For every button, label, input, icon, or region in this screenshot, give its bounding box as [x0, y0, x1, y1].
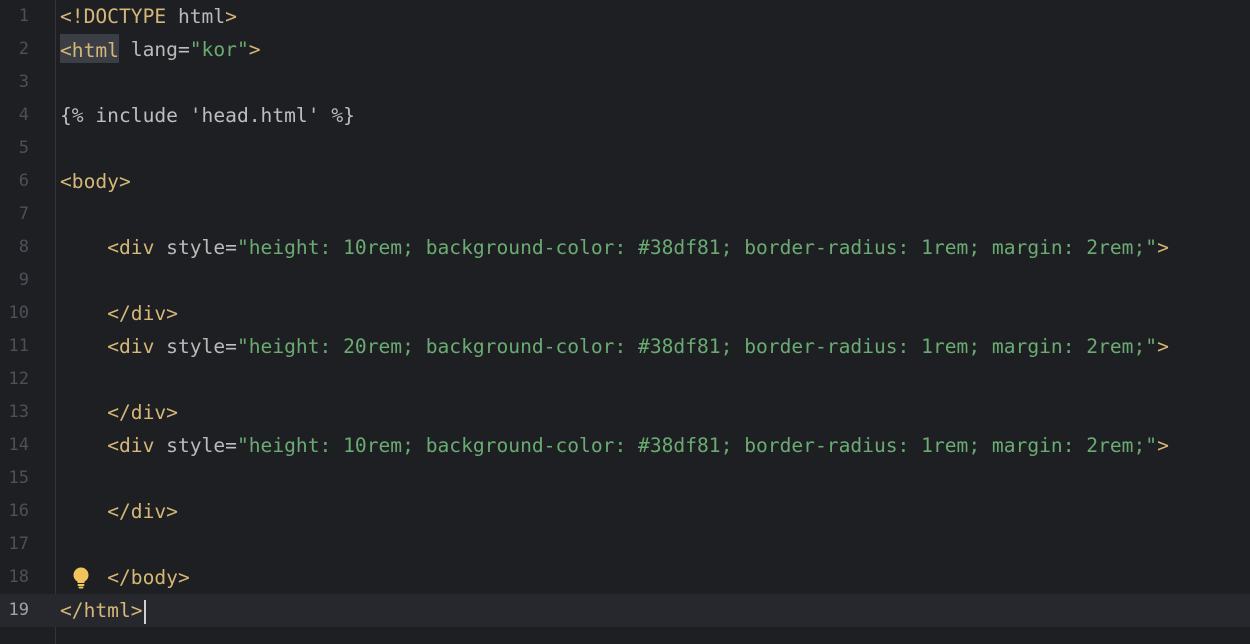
code-token: >: [1157, 236, 1169, 259]
code-token: <html: [60, 34, 119, 63]
lightbulb-icon[interactable]: [72, 567, 90, 589]
line-number: 3: [18, 72, 29, 92]
line-number: 12: [8, 369, 29, 389]
code-token: "kor": [189, 38, 249, 61]
line-number: 10: [8, 303, 29, 323]
code-token: </div>: [107, 500, 178, 523]
code-token: >: [248, 38, 261, 61]
code-text[interactable]: <div style="height: 10rem; background-co…: [60, 429, 1169, 462]
line-number: 19: [8, 600, 29, 620]
code-line[interactable]: 12: [0, 363, 1250, 396]
code-token: style: [166, 335, 226, 358]
code-token: style: [166, 434, 226, 457]
code-token: {% include 'head.html' %}: [60, 104, 355, 127]
code-line[interactable]: 17: [0, 528, 1250, 561]
code-text[interactable]: <html lang="kor">: [60, 33, 261, 66]
code-token: =: [225, 335, 237, 358]
code-token: >: [1157, 434, 1169, 457]
code-token: <body>: [60, 170, 131, 193]
code-text[interactable]: </div>: [60, 396, 178, 429]
code-text[interactable]: <body>: [60, 165, 131, 198]
line-number: 17: [8, 534, 29, 554]
code-text[interactable]: <!DOCTYPE html>: [60, 0, 237, 33]
line-number: 2: [18, 39, 29, 59]
code-token: "height: 10rem; background-color: #38df8…: [236, 434, 1158, 457]
code-text[interactable]: {% include 'head.html' %}: [60, 99, 355, 132]
code-line[interactable]: 9: [0, 264, 1250, 297]
code-text[interactable]: <div style="height: 10rem; background-co…: [60, 231, 1169, 264]
code-token: <div: [107, 335, 155, 358]
code-line[interactable]: 1 <!DOCTYPE html>: [0, 0, 1250, 33]
code-line[interactable]: 5: [0, 132, 1250, 165]
code-text[interactable]: </div>: [60, 297, 178, 330]
code-token: </div>: [107, 302, 178, 325]
code-token: =: [225, 434, 237, 457]
code-line[interactable]: 16 </div>: [0, 495, 1250, 528]
code-line[interactable]: 14 <div style="height: 10rem; background…: [0, 429, 1250, 462]
line-number: 14: [8, 435, 29, 455]
line-number: 11: [8, 336, 29, 356]
code-line[interactable]: 15: [0, 462, 1250, 495]
code-token: html: [177, 5, 226, 28]
code-editor[interactable]: 1 <!DOCTYPE html> 2 <html lang="kor"> 3 4 {% i…: [0, 0, 1250, 644]
line-number: 16: [8, 501, 29, 521]
code-text[interactable]: <div style="height: 20rem; background-co…: [60, 330, 1169, 363]
code-line[interactable]: 11 <div style="height: 20rem; background…: [0, 330, 1250, 363]
code-token: <div: [107, 434, 155, 457]
code-token: "height: 20rem; background-color: #38df8…: [236, 335, 1158, 358]
code-line[interactable]: 19 </html>: [0, 594, 1250, 627]
code-token: </body>: [107, 566, 190, 589]
line-number: 15: [8, 468, 29, 488]
code-token: >: [225, 5, 237, 28]
code-token: =: [177, 38, 190, 61]
line-number: 9: [18, 270, 29, 290]
line-number: 4: [18, 105, 29, 125]
code-line[interactable]: 4 {% include 'head.html' %}: [0, 99, 1250, 132]
code-token: <div: [107, 236, 155, 259]
line-number: 7: [18, 204, 29, 224]
code-line[interactable]: 18 </body>: [0, 561, 1250, 594]
code-line[interactable]: 8 <div style="height: 10rem; background-…: [0, 231, 1250, 264]
text-caret: [143, 599, 146, 624]
code-line[interactable]: 3: [0, 66, 1250, 99]
code-token: =: [225, 236, 237, 259]
code-token: </html>: [60, 599, 143, 622]
code-token: >: [1157, 335, 1169, 358]
code-line[interactable]: 6 <body>: [0, 165, 1250, 198]
line-number: 5: [18, 138, 29, 158]
line-number: 18: [8, 567, 29, 587]
code-token: lang: [130, 38, 178, 61]
line-number: 13: [8, 402, 29, 422]
code-text[interactable]: </div>: [60, 495, 178, 528]
line-number: 6: [18, 171, 29, 191]
code-line[interactable]: 2 <html lang="kor">: [0, 33, 1250, 66]
code-text[interactable]: </html>: [60, 594, 146, 627]
code-line[interactable]: 13 </div>: [0, 396, 1250, 429]
code-token: style: [166, 236, 226, 259]
code-token: </div>: [107, 401, 178, 424]
code-token: "height: 10rem; background-color: #38df8…: [236, 236, 1158, 259]
code-line[interactable]: 7: [0, 198, 1250, 231]
code-line[interactable]: 10 </div>: [0, 297, 1250, 330]
line-number: 1: [18, 6, 29, 26]
line-number: 8: [18, 237, 29, 257]
code-token: <!DOCTYPE: [60, 5, 178, 28]
